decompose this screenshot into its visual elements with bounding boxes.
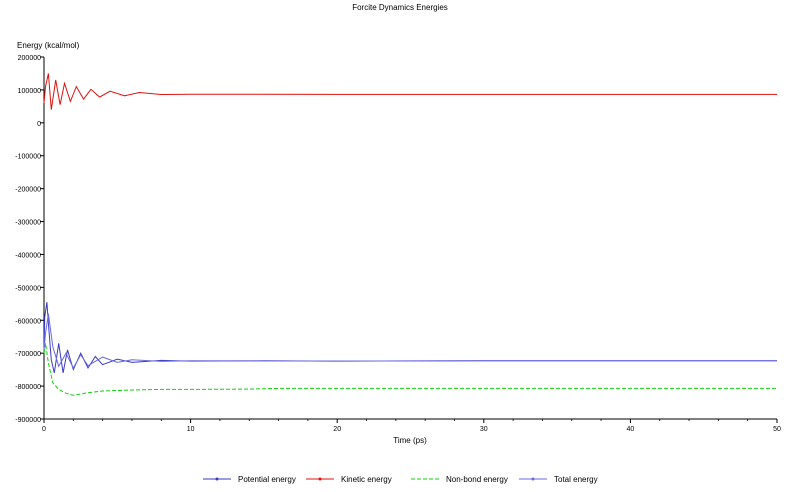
y-tick-label: -900000 [15, 417, 41, 424]
y-tick-label: -200000 [15, 187, 41, 194]
y-tick-label: -700000 [15, 351, 41, 358]
x-tick-label: 50 [773, 426, 781, 433]
series-line-1 [43, 302, 777, 374]
legend-swatch [203, 477, 231, 481]
y-axis-label: Energy (kcal/mol) [17, 41, 80, 50]
y-tick-label: -300000 [15, 220, 41, 227]
x-tick-label: 40 [627, 426, 635, 433]
legend-label: Total energy [554, 474, 598, 484]
y-tick-label: -100000 [15, 154, 41, 161]
legend-swatch [519, 477, 547, 481]
legend-label: Potential energy [238, 474, 296, 484]
y-tick-label: -500000 [15, 285, 41, 292]
series-line-4 [43, 313, 777, 370]
chart-title: Forcite Dynamics Energies [352, 3, 448, 12]
y-tick-label: -800000 [15, 384, 41, 391]
legend-swatch [306, 477, 334, 481]
chart-svg: Forcite Dynamics Energies Energy (kcal/m… [15, 3, 781, 445]
legend-item-3: Non-bond energy [410, 471, 508, 487]
legend-label: Non-bond energy [446, 474, 508, 484]
x-tick-label: 0 [42, 426, 46, 433]
axes: 200000 100000 0 -100000 -200000 -300000 -40000… [15, 55, 781, 433]
y-tick-label: 100000 [18, 88, 41, 95]
plot-area [43, 73, 777, 396]
legend-item-2: Kinetic energy [305, 471, 392, 487]
legend-swatch [411, 478, 439, 480]
legend-label: Kinetic energy [341, 474, 392, 484]
chart-container: Forcite Dynamics Energies Energy (kcal/m… [0, 0, 800, 487]
series-line-2 [43, 73, 777, 110]
x-tick-label: 20 [333, 426, 341, 433]
y-tick-label: 200000 [18, 55, 41, 62]
series-line-3 [43, 343, 777, 396]
legend-item-4: Total energy [518, 471, 598, 487]
x-tick-label: 10 [187, 426, 195, 433]
y-tick-label: -600000 [15, 318, 41, 325]
y-tick-label: 0 [37, 121, 41, 128]
x-tick-label: 30 [480, 426, 488, 433]
x-axis-label: Time (ps) [393, 436, 427, 445]
legend-item-1: Potential energy [202, 471, 296, 487]
y-tick-label: -400000 [15, 252, 41, 259]
legend: Potential energy Kinetic energy Non-bond e… [0, 471, 800, 487]
